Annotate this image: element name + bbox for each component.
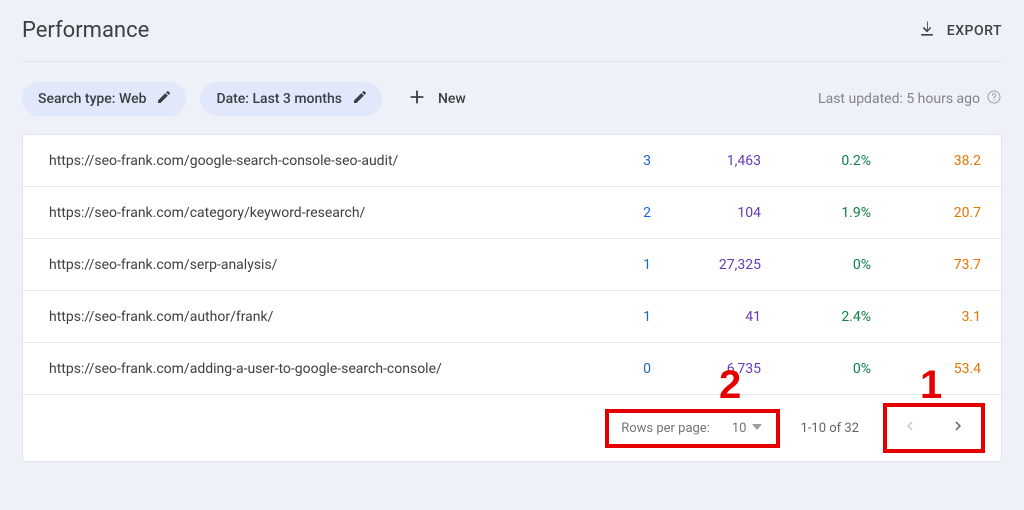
filter-chip-date[interactable]: Date: Last 3 months: [200, 82, 382, 116]
cell-clicks: 2: [541, 205, 651, 221]
page-title: Performance: [22, 18, 149, 43]
pencil-icon: [156, 89, 172, 109]
table-row[interactable]: https://seo-frank.com/adding-a-user-to-g…: [23, 343, 1001, 395]
cell-ctr: 2.4%: [761, 309, 871, 325]
chevron-right-icon: [949, 417, 967, 439]
cell-url: https://seo-frank.com/serp-analysis/: [49, 257, 541, 273]
cell-position: 73.7: [871, 257, 981, 273]
cell-impressions: 1,463: [651, 153, 761, 169]
table-row[interactable]: https://seo-frank.com/category/keyword-r…: [23, 187, 1001, 239]
plus-icon: [406, 86, 428, 112]
page-range: 1-10 of 32: [800, 421, 859, 436]
cell-clicks: 3: [541, 153, 651, 169]
cell-position: 38.2: [871, 153, 981, 169]
chevron-left-icon: [901, 417, 919, 439]
cell-clicks: 0: [541, 361, 651, 377]
cell-position: 3.1: [871, 309, 981, 325]
cell-ctr: 0%: [761, 361, 871, 377]
results-table: https://seo-frank.com/google-search-cons…: [22, 134, 1002, 462]
cell-position: 53.4: [871, 361, 981, 377]
rows-per-page-select[interactable]: 10: [732, 421, 765, 436]
table-row[interactable]: https://seo-frank.com/serp-analysis/ 1 2…: [23, 239, 1001, 291]
add-filter-button[interactable]: New: [396, 80, 476, 118]
chevron-down-icon: [752, 421, 762, 436]
table-row[interactable]: https://seo-frank.com/author/frank/ 1 41…: [23, 291, 1001, 343]
cell-url: https://seo-frank.com/google-search-cons…: [49, 153, 541, 169]
next-page-button[interactable]: [939, 409, 977, 447]
filter-chip-search-type[interactable]: Search type: Web: [22, 82, 186, 116]
cell-impressions: 6,735: [651, 361, 761, 377]
filter-chip-label: Date: Last 3 months: [216, 91, 342, 107]
cell-url: https://seo-frank.com/category/keyword-r…: [49, 205, 541, 221]
last-updated: Last updated: 5 hours ago: [818, 89, 1002, 109]
help-icon[interactable]: [986, 89, 1002, 109]
last-updated-text: Last updated: 5 hours ago: [818, 91, 980, 107]
export-button[interactable]: EXPORT: [917, 19, 1002, 43]
cell-position: 20.7: [871, 205, 981, 221]
table-footer: Rows per page: 10 1-10 of 32: [23, 395, 1001, 461]
cell-impressions: 27,325: [651, 257, 761, 273]
rows-per-page-value: 10: [732, 421, 747, 436]
cell-impressions: 104: [651, 205, 761, 221]
cell-ctr: 1.9%: [761, 205, 871, 221]
cell-impressions: 41: [651, 309, 761, 325]
export-label: EXPORT: [947, 23, 1002, 39]
rows-per-page-label: Rows per page:: [621, 421, 710, 436]
prev-page-button[interactable]: [891, 409, 929, 447]
table-row[interactable]: https://seo-frank.com/google-search-cons…: [23, 135, 1001, 187]
cell-url: https://seo-frank.com/author/frank/: [49, 309, 541, 325]
pencil-icon: [352, 89, 368, 109]
new-label: New: [438, 91, 466, 107]
cell-clicks: 1: [541, 257, 651, 273]
cell-ctr: 0.2%: [761, 153, 871, 169]
rows-per-page: Rows per page: 10: [613, 419, 770, 438]
cell-url: https://seo-frank.com/adding-a-user-to-g…: [49, 361, 541, 377]
filter-chip-label: Search type: Web: [38, 91, 146, 107]
cell-clicks: 1: [541, 309, 651, 325]
download-icon: [917, 19, 937, 43]
cell-ctr: 0%: [761, 257, 871, 273]
